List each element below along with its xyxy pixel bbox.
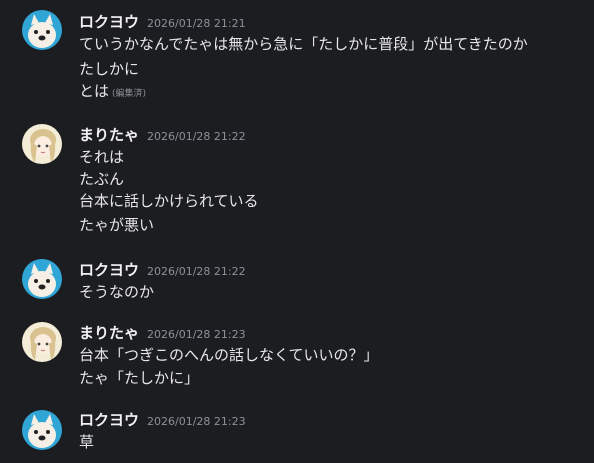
message-text: ていうかなんでたゃは無から急に「たしかに普段」が出てきたのか bbox=[79, 35, 528, 53]
message-text: そうなのか bbox=[79, 283, 155, 301]
message-text-edited: とは (編集済) bbox=[79, 80, 146, 101]
timestamp: 2026/01/28 21:22 bbox=[147, 265, 246, 278]
username[interactable]: まりたゃ bbox=[79, 322, 139, 343]
dog-avatar-icon[interactable] bbox=[22, 410, 62, 450]
message-text: 台本に話しかけられている bbox=[79, 192, 259, 210]
chat-log: ロクヨウ 2026/01/28 21:21 ていうかなんでたゃは無から急に「たし… bbox=[0, 0, 594, 463]
girl-avatar-icon[interactable] bbox=[22, 124, 62, 164]
message-header: まりたゃ 2026/01/28 21:23 bbox=[79, 322, 246, 343]
girl-avatar-icon[interactable] bbox=[22, 322, 62, 362]
message-text: たぶん bbox=[79, 170, 125, 188]
message-text: たゃが悪い bbox=[79, 216, 155, 234]
message-text: とは bbox=[79, 82, 110, 100]
dog-avatar-icon[interactable] bbox=[22, 10, 62, 50]
username[interactable]: ロクヨウ bbox=[79, 259, 139, 280]
dog-avatar-icon[interactable] bbox=[22, 259, 62, 299]
edited-label: (編集済) bbox=[112, 89, 147, 99]
message-text: たゃ「たしかに」 bbox=[79, 369, 200, 387]
timestamp: 2026/01/28 21:22 bbox=[147, 130, 246, 143]
message-text: たしかに bbox=[79, 60, 140, 78]
message-header: ロクヨウ 2026/01/28 21:22 bbox=[79, 259, 246, 280]
message-text: 台本「つぎこのへんの話しなくていいの？」 bbox=[79, 346, 379, 364]
message-text: それは bbox=[79, 148, 125, 166]
message-header: まりたゃ 2026/01/28 21:22 bbox=[79, 124, 246, 145]
username[interactable]: ロクヨウ bbox=[79, 11, 139, 32]
message-text: 草 bbox=[79, 433, 95, 451]
message-header: ロクヨウ 2026/01/28 21:23 bbox=[79, 409, 246, 430]
message-header: ロクヨウ 2026/01/28 21:21 bbox=[79, 11, 246, 32]
timestamp: 2026/01/28 21:23 bbox=[147, 328, 246, 341]
username[interactable]: まりたゃ bbox=[79, 124, 139, 145]
timestamp: 2026/01/28 21:21 bbox=[147, 17, 246, 30]
username[interactable]: ロクヨウ bbox=[79, 409, 139, 430]
timestamp: 2026/01/28 21:23 bbox=[147, 415, 246, 428]
